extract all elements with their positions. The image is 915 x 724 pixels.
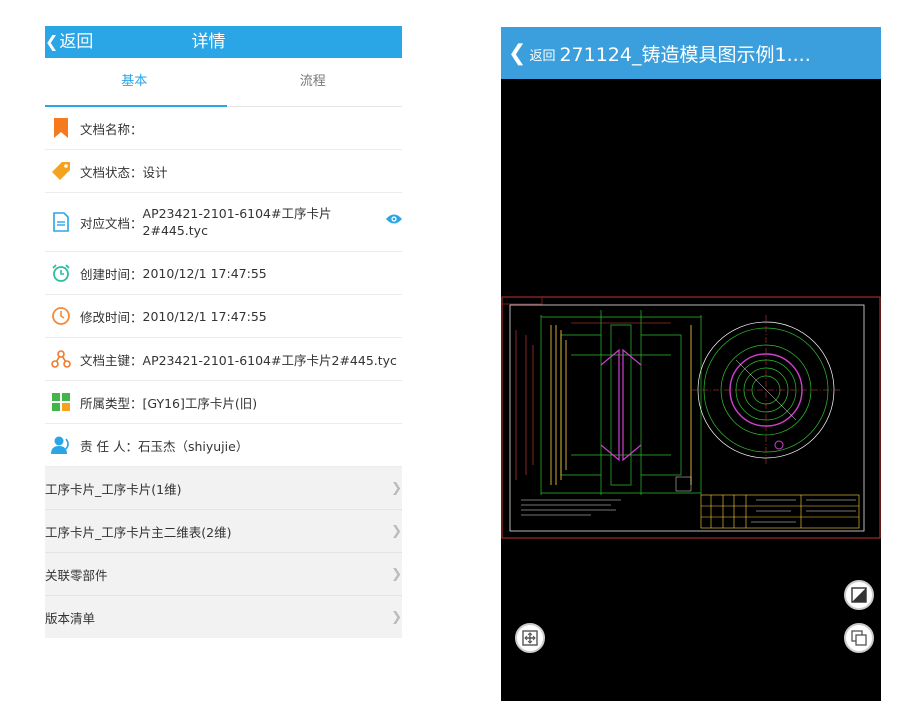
section-process-card-1d[interactable]: 工序卡片_工序卡片(1维) ❯ [45,467,402,510]
field-label: 修改时间： [80,309,143,325]
drawing-viewer-screen: ❮ 返回 271124_铸造模具图示例1.... [501,27,881,701]
chevron-right-icon: ❯ [391,566,402,582]
tab-flow[interactable]: 流程 [224,58,403,106]
clock-icon [50,305,72,327]
layers-button[interactable] [844,623,874,653]
tag-icon [50,160,72,182]
field-value: 2010/12/1 17:47:55 [142,308,267,324]
field-doc-key: 文档主键： AP23421-2101-6104#工序卡片2#445.tyc [45,338,402,381]
tab-bar: 基本 流程 [45,58,402,107]
field-label: 对应文档： [80,215,143,231]
chevron-right-icon: ❯ [391,523,402,539]
section-version-list[interactable]: 版本清单 ❯ [45,596,402,638]
bookmark-icon [50,117,72,139]
field-value: 石玉杰（shiyujie） [137,438,249,454]
alarm-clock-icon [50,262,72,284]
field-value: 2010/12/1 17:47:55 [142,265,267,281]
section-label: 工序卡片_工序卡片(1维) [45,481,182,497]
eye-icon[interactable] [386,213,402,228]
page-title: 详情 [191,32,226,52]
field-type: 所属类型： [GY16]工序卡片(旧) [45,381,402,424]
section-process-card-2d[interactable]: 工序卡片_工序卡片主二维表(2维) ❯ [45,510,402,553]
section-label: 版本清单 [45,610,96,626]
section-related-parts[interactable]: 关联零部件 ❯ [45,553,402,596]
field-value: [GY16]工序卡片(旧) [142,395,258,411]
viewer-top-bar: ❮ 返回 271124_铸造模具图示例1.... [501,27,881,79]
tab-basic[interactable]: 基本 [45,58,224,106]
field-label: 文档状态： [80,164,143,180]
share-nodes-icon [50,348,72,370]
field-linked-doc: 对应文档： AP23421-2101-6104#工序卡片2#445.tyc [45,193,402,252]
fit-screen-button[interactable] [515,623,545,653]
person-icon [50,434,72,456]
top-bar: ❮ 返回 详情 [45,26,402,58]
document-icon [50,211,72,233]
chevron-left-icon[interactable]: ❮ [508,41,526,66]
field-label: 所属类型： [80,395,143,411]
field-value: AP23421-2101-6104#工序卡片2#445.tyc [142,352,397,368]
field-value[interactable]: AP23421-2101-6104#工序卡片2#445.tyc [143,205,333,239]
back-button[interactable]: 返回 [529,45,555,64]
contrast-icon [851,587,867,603]
cad-drawing-image[interactable] [501,295,881,541]
field-value: 设计 [142,164,168,180]
layers-icon [851,630,867,646]
field-doc-status: 文档状态： 设计 [45,150,402,193]
document-title: 271124_铸造模具图示例1.... [559,43,811,66]
chevron-right-icon: ❯ [391,609,402,625]
grid-icon [50,391,72,413]
field-label: 创建时间： [80,266,143,282]
section-label: 关联零部件 [45,567,108,583]
field-label: 文档主键： [80,352,143,368]
field-created-time: 创建时间： 2010/12/1 17:47:55 [45,252,402,295]
field-owner: 责 任 人： 石玉杰（shiyujie） [45,424,402,467]
field-doc-name: 文档名称： [45,107,402,150]
chevron-right-icon: ❯ [391,480,402,496]
field-modified-time: 修改时间： 2010/12/1 17:47:55 [45,295,402,338]
field-label: 责 任 人： [80,438,138,454]
fit-screen-icon [522,630,538,646]
details-screen: ❮ 返回 详情 基本 流程 文档名称： 文档状态： 设计 对应文档： AP234… [45,26,402,638]
section-label: 工序卡片_工序卡片主二维表(2维) [45,524,232,540]
field-label: 文档名称： [80,121,143,137]
contrast-button[interactable] [844,580,874,610]
